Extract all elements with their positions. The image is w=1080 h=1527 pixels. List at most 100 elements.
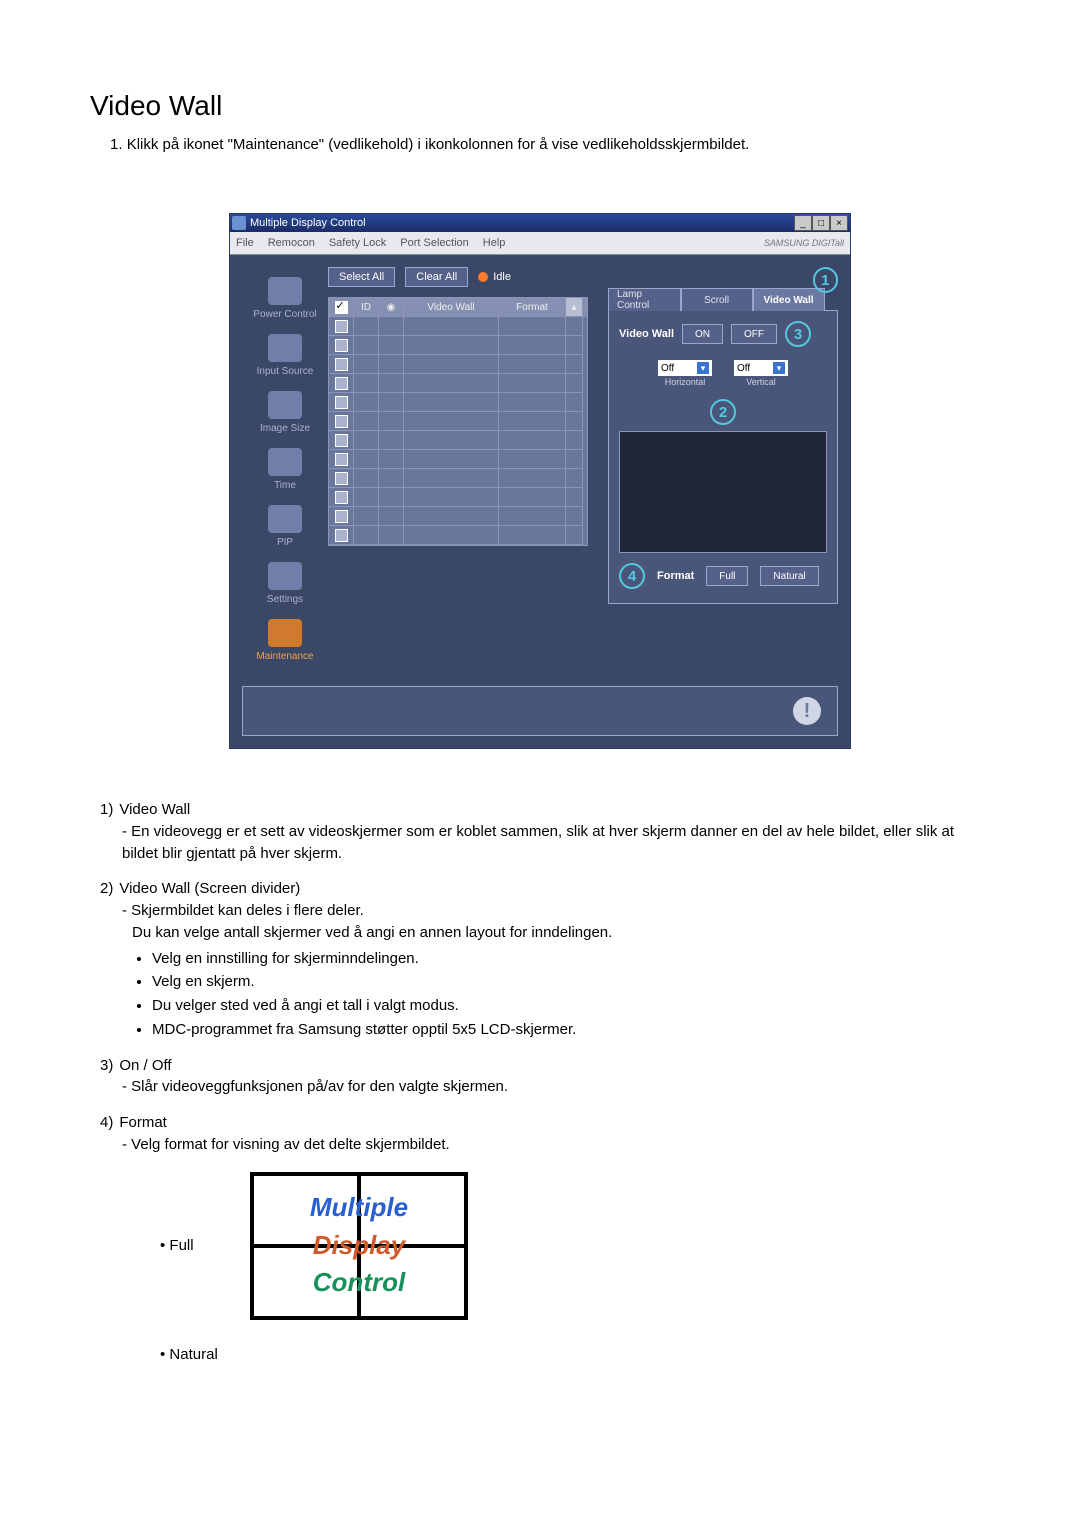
titlebar: Multiple Display Control _ □ × (230, 214, 850, 232)
item-num: 2) (100, 880, 113, 897)
videowall-label: Video Wall (619, 328, 674, 340)
table-row[interactable] (329, 507, 587, 526)
menu-help[interactable]: Help (483, 237, 506, 249)
table-row[interactable] (329, 393, 587, 412)
alert-icon: ! (793, 697, 821, 725)
item-title: Format (119, 1114, 167, 1131)
page-title: Video Wall (90, 90, 990, 122)
natural-button[interactable]: Natural (760, 566, 818, 586)
minimize-button[interactable]: _ (794, 215, 812, 231)
table-row[interactable] (329, 526, 587, 545)
horizontal-select[interactable]: Off ▾ (657, 359, 713, 377)
display-grid: ID ◉ Video Wall Format ▴ (328, 297, 588, 546)
imagesize-icon (268, 391, 302, 419)
format-label: Format (657, 570, 694, 582)
item-num: 1) (100, 801, 113, 818)
sidebar-item-label: Maintenance (256, 651, 313, 662)
sidebar-item-settings[interactable]: Settings (242, 562, 328, 605)
sidebar-item-label: Settings (267, 594, 303, 605)
select-value: Off (661, 363, 674, 374)
tab-videowall[interactable]: Video Wall (753, 288, 825, 311)
sidebar-item-pip[interactable]: PIP (242, 505, 328, 548)
callout-2: 2 (710, 399, 736, 425)
item-num: 4) (100, 1114, 113, 1131)
menu-file[interactable]: File (236, 237, 254, 249)
col-videowall: Video Wall (404, 298, 499, 317)
intro-num: 1. (110, 136, 123, 153)
input-icon (268, 334, 302, 362)
item-title: Video Wall (Screen divider) (119, 880, 300, 897)
close-button[interactable]: × (830, 215, 848, 231)
chevron-down-icon: ▾ (697, 362, 709, 374)
tab-scroll[interactable]: Scroll (681, 288, 753, 311)
idle-label: Idle (493, 271, 511, 283)
col-format: Format (499, 298, 566, 317)
scroll-up[interactable]: ▴ (566, 298, 583, 317)
item-line: Du kan velge antall skjermer ved å angi … (132, 922, 990, 944)
list-item-3: 3)On / Off Slår videoveggfunksjonen på/a… (100, 1055, 990, 1099)
table-row[interactable] (329, 336, 587, 355)
full-format-illustration: Multiple Display Control (250, 1172, 468, 1320)
sidebar-item-label: Power Control (253, 309, 316, 320)
bullet: MDC-programmet fra Samsung støtter oppti… (152, 1019, 990, 1041)
table-row[interactable] (329, 355, 587, 374)
vertical-select[interactable]: Off▾ (733, 359, 789, 377)
clear-all-button[interactable]: Clear All (405, 267, 468, 287)
format-full-label: Full (160, 1235, 220, 1257)
table-row[interactable] (329, 488, 587, 507)
brand-label: SAMSUNG DIGITall (764, 238, 844, 248)
maximize-button[interactable]: □ (812, 215, 830, 231)
bullet: Velg en innstilling for skjerminndelinge… (152, 948, 990, 970)
tab-lamp[interactable]: Lamp Control (608, 288, 681, 311)
format-natural-label: Natural (160, 1344, 220, 1366)
table-row[interactable] (329, 450, 587, 469)
menubar: File Remocon Safety Lock Port Selection … (230, 232, 850, 255)
select-all-button[interactable]: Select All (328, 267, 395, 287)
horizontal-label: Horizontal (665, 377, 706, 387)
intro-text: Klikk på ikonet "Maintenance" (vedlikeho… (127, 136, 750, 153)
table-row[interactable] (329, 469, 587, 488)
sidebar-item-maintenance[interactable]: Maintenance (242, 619, 328, 662)
on-button[interactable]: ON (682, 324, 723, 344)
pip-icon (268, 505, 302, 533)
item-dash: Slår videoveggfunksjonen på/av for den v… (122, 1076, 990, 1098)
power-icon (268, 277, 302, 305)
off-button[interactable]: OFF (731, 324, 777, 344)
table-row[interactable] (329, 317, 587, 336)
app-icon (232, 216, 246, 230)
item-title: On / Off (119, 1057, 171, 1074)
sidebar-item-power[interactable]: Power Control (242, 277, 328, 320)
table-row[interactable] (329, 412, 587, 431)
list-item-2: 2) Video Wall (Screen divider) Skjermbild… (100, 878, 990, 1040)
menu-portselection[interactable]: Port Selection (400, 237, 468, 249)
callout-1: 1 (813, 267, 838, 293)
chevron-down-icon: ▾ (773, 362, 785, 374)
col-check[interactable] (329, 298, 354, 317)
menu-safetylock[interactable]: Safety Lock (329, 237, 386, 249)
sidebar-item-label: Time (274, 480, 296, 491)
sidebar-item-label: PIP (277, 537, 293, 548)
list-item-1: 1)Video Wall En videovegg er et sett av … (100, 799, 990, 864)
sidebar-item-imagesize[interactable]: Image Size (242, 391, 328, 434)
item-dash: Skjermbildet kan deles i flere deler. (122, 900, 990, 922)
menu-remocon[interactable]: Remocon (268, 237, 315, 249)
item-dash: En videovegg er et sett av videoskjermer… (122, 821, 990, 865)
preview-area (619, 431, 827, 553)
window-title: Multiple Display Control (250, 217, 366, 229)
settings-icon (268, 562, 302, 590)
sidebar-item-input[interactable]: Input Source (242, 334, 328, 377)
status-dot-icon (478, 272, 488, 282)
app-screenshot: Multiple Display Control _ □ × File Remo… (229, 213, 851, 749)
sidebar-item-label: Image Size (260, 423, 310, 434)
sidebar-item-time[interactable]: Time (242, 448, 328, 491)
table-row[interactable] (329, 431, 587, 450)
maintenance-icon (268, 619, 302, 647)
full-button[interactable]: Full (706, 566, 748, 586)
intro-line: 1. Klikk på ikonet "Maintenance" (vedlik… (110, 136, 990, 153)
idle-indicator: Idle (478, 271, 511, 283)
col-status: ◉ (379, 298, 404, 317)
table-row[interactable] (329, 374, 587, 393)
item-dash: Velg format for visning av det delte skj… (122, 1134, 990, 1156)
list-item-4: 4) Format Velg format for visning av det … (100, 1112, 990, 1365)
time-icon (268, 448, 302, 476)
